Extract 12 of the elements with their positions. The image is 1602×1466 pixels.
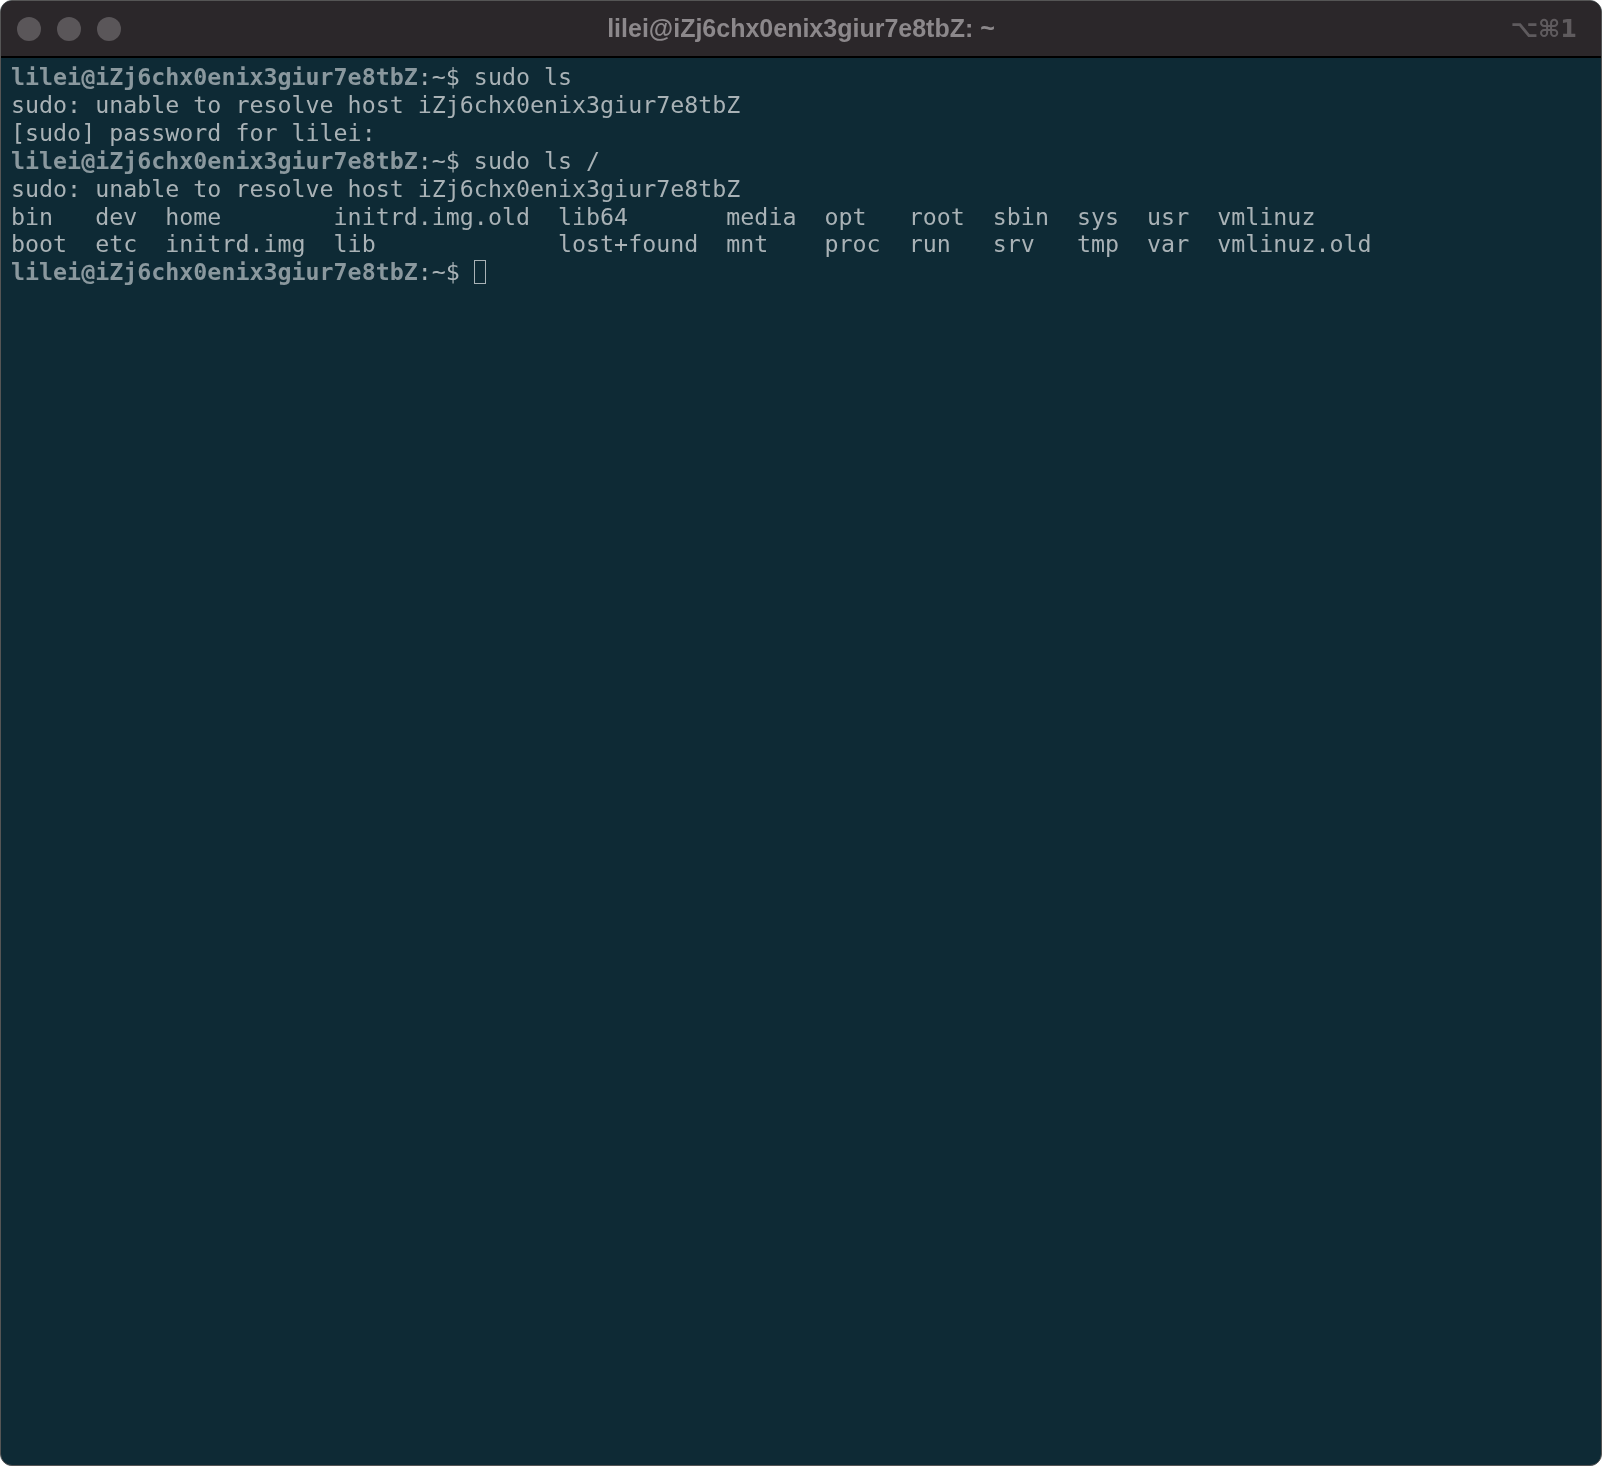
terminal-line: lilei@iZj6chx0enix3giur7e8tbZ:~$ sudo ls	[11, 63, 573, 91]
terminal-line: sudo: unable to resolve host iZj6chx0enix3giur7e8tbZ	[11, 174, 741, 203]
minimize-icon[interactable]	[57, 16, 81, 41]
terminal-line: bin dev home initrd.img.old lib64 media opt root sbin sys usr vmlinuz	[11, 202, 1316, 231]
terminal-line: lilei@iZj6chx0enix3giur7e8tbZ:~$	[11, 258, 460, 287]
zoom-icon[interactable]	[97, 16, 121, 41]
close-icon[interactable]	[17, 16, 41, 41]
terminal-line: lilei@iZj6chx0enix3giur7e8tbZ:~$ sudo ls /	[11, 146, 601, 175]
terminal-line: boot etc initrd.img lib lost+found mnt proc run srv tmp var vmlinuz.old	[11, 230, 1372, 259]
window-title: lilei@iZj6chx0enix3giur7e8tbZ: ~	[607, 14, 995, 43]
terminal-line: [sudo] password for lilei:	[11, 118, 376, 147]
terminal-line: sudo: unable to resolve host iZj6chx0enix3giur7e8tbZ	[11, 90, 741, 119]
